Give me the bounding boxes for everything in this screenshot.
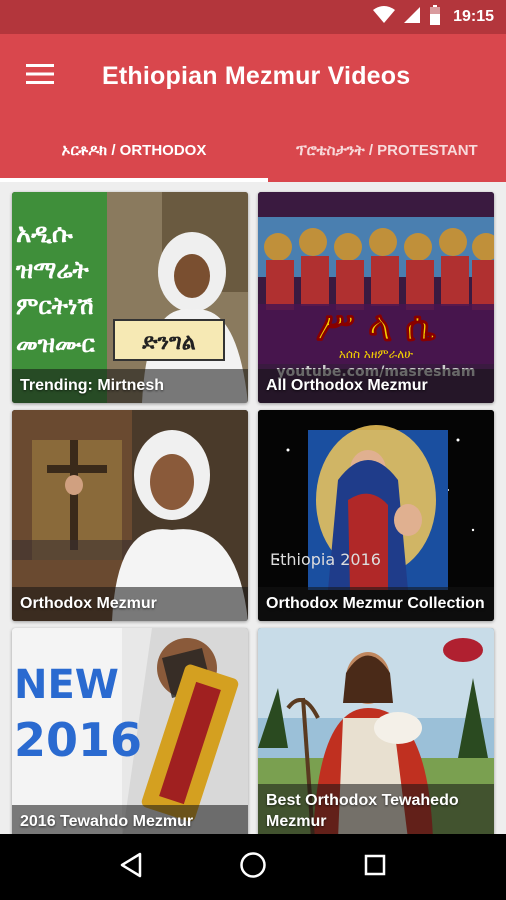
- thumb-text-line: ዝማሬት: [15, 256, 90, 284]
- thumb-badge-text: ድንግል: [141, 330, 195, 355]
- thumb-subtitle: አሰስ አዘምራለሁ: [339, 347, 413, 361]
- video-card-title: Orthodox Mezmur Collection: [258, 587, 494, 621]
- menu-button[interactable]: [0, 34, 80, 118]
- home-button[interactable]: [223, 837, 283, 897]
- video-card-title: Orthodox Mezmur: [12, 587, 248, 621]
- recents-button[interactable]: [345, 837, 405, 897]
- tab-protestant[interactable]: ፕሮቴስታንት / PROTESTANT: [268, 118, 506, 182]
- video-thumbnail: NEW 2016: [12, 628, 248, 834]
- app-bar: Ethiopian Mezmur Videos ኦርቶዶክ / ORTHODOX…: [0, 34, 506, 182]
- wifi-icon: [373, 5, 396, 29]
- video-card[interactable]: ድንግል አዲሱ ዝማሬት ምርትነሽ መዝሙር Trending: Mirtn…: [12, 192, 248, 403]
- video-card[interactable]: Ethiopia 2016 Orthodox Mezmur Collection: [258, 410, 494, 621]
- status-time: 19:15: [453, 8, 494, 25]
- back-triangle-icon: [119, 852, 143, 883]
- video-card[interactable]: NEW 2016 2016 Tewahdo Mezmur: [12, 628, 248, 834]
- tab-bar: ኦርቶዶክ / ORTHODOX ፕሮቴስታንት / PROTESTANT: [0, 118, 506, 182]
- thumb-text-line: አዲሱ: [16, 219, 74, 249]
- hamburger-menu-icon: [26, 63, 54, 89]
- video-card-title: Trending: Mirtnesh: [12, 369, 248, 403]
- toolbar: Ethiopian Mezmur Videos: [0, 34, 506, 118]
- video-card-title: All Orthodox Mezmur: [258, 369, 494, 403]
- tab-orthodox[interactable]: ኦርቶዶክ / ORTHODOX: [0, 118, 268, 182]
- status-bar: 19:15: [0, 0, 506, 34]
- back-button[interactable]: [101, 837, 161, 897]
- cell-signal-icon: [403, 6, 421, 29]
- video-card[interactable]: Orthodox Mezmur: [12, 410, 248, 621]
- thumb-text-line: Ethiopia 2016: [270, 550, 381, 569]
- video-grid: ድንግል አዲሱ ዝማሬት ምርትነሽ መዝሙር Trending: Mirtn…: [0, 182, 506, 834]
- system-nav-bar: [0, 834, 506, 900]
- tab-orthodox-label: ኦርቶዶክ / ORTHODOX: [61, 141, 207, 159]
- video-card-title: Best Orthodox Tewahedo Mezmur: [258, 784, 494, 834]
- thumb-text-line: ምርትነሽ: [16, 292, 94, 320]
- video-card-title: 2016 Tewahdo Mezmur: [12, 805, 248, 834]
- video-card[interactable]: Best Orthodox Tewahedo Mezmur: [258, 628, 494, 834]
- battery-icon: [429, 4, 441, 30]
- thumb-text-line: መዝሙር: [16, 330, 95, 358]
- thumb-text-line: NEW: [14, 662, 119, 708]
- thumb-text-line: 2016: [14, 713, 142, 767]
- recents-square-icon: [364, 854, 386, 881]
- thumb-text-line: ሥ ላ ሴ: [317, 304, 436, 350]
- app-title: Ethiopian Mezmur Videos: [102, 61, 411, 90]
- home-circle-icon: [239, 851, 267, 884]
- video-card[interactable]: ሥ ላ ሴ አሰስ አዘምራለሁ youtube.com/masresham A…: [258, 192, 494, 403]
- tab-protestant-label: ፕሮቴስታንት / PROTESTANT: [296, 141, 478, 159]
